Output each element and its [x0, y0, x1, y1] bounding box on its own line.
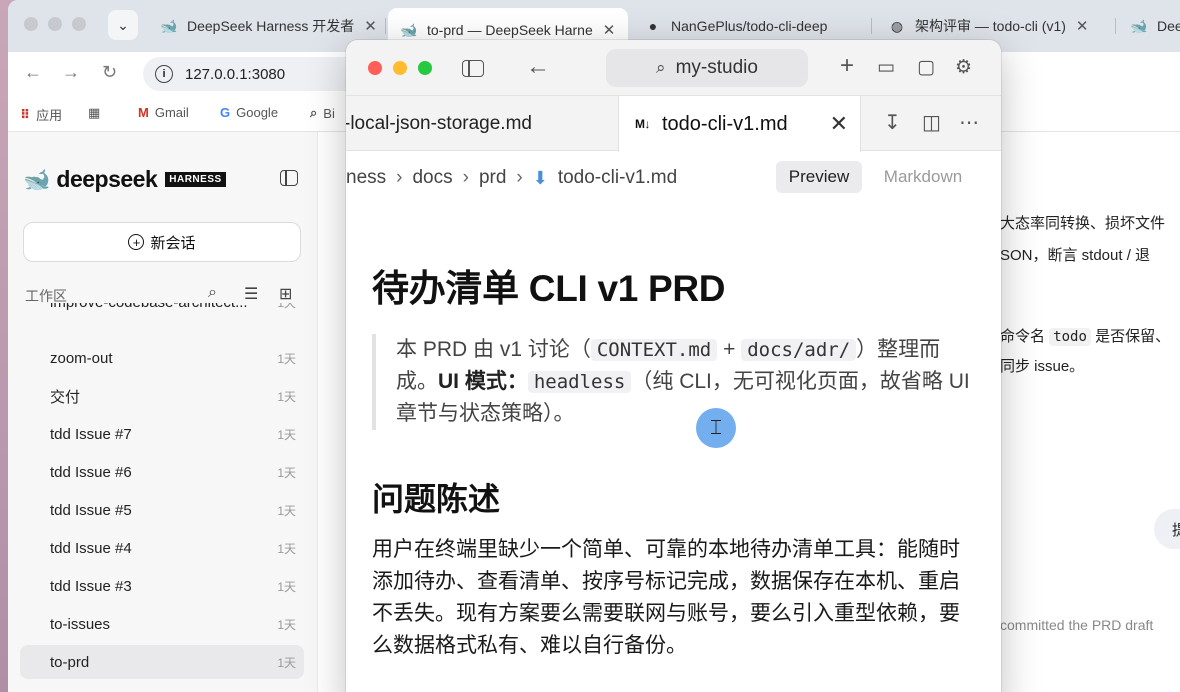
panel-icon[interactable]: ▭ — [877, 56, 895, 79]
studio-titlebar: ← ⌕ my-studio + ▭ ▢ ⚙ — [346, 40, 1001, 96]
sidebar-item[interactable]: tdd Issue #7 1天 — [20, 417, 304, 451]
search-icon: ⌕ — [656, 58, 666, 77]
sidebar-item[interactable]: tdd Issue #3 1天 — [20, 569, 304, 603]
window-close-button[interactable] — [24, 17, 38, 31]
apps-grid-icon: ⠿ — [20, 106, 31, 122]
more-icon[interactable]: ⋯ — [959, 110, 979, 135]
chat-bubble[interactable]: 提 — [1154, 509, 1180, 549]
back-arrow-icon[interactable]: ← — [24, 62, 42, 83]
gmail-icon: M — [138, 105, 149, 120]
globe-icon: ◍ — [890, 17, 904, 34]
url-text: 127.0.0.1:3080 — [185, 65, 286, 83]
deepseek-logo[interactable]: 🐋 deepseek HARNESS — [23, 166, 226, 193]
filter-sliders-icon[interactable]: ☰ — [244, 284, 258, 304]
commit-status-text: committed the PRD draft — [1000, 617, 1154, 633]
chat-text-line: 大态率同转换、损坏文件 — [1000, 215, 1166, 232]
deepseek-whale-icon: 🐋 — [23, 166, 51, 192]
studio-tabbar: -local-json-storage.md M↓ todo-cli-v1.md… — [346, 96, 1001, 152]
split-view-icon[interactable]: ◫ — [922, 110, 941, 135]
sidebar-item[interactable]: to-issues 1天 — [20, 607, 304, 641]
sidebar-item[interactable]: tdd Issue #4 1天 — [20, 531, 304, 565]
mouse-cursor-highlight: ⌶ — [696, 408, 736, 448]
window-zoom-button[interactable] — [72, 17, 86, 31]
markdown-file-icon: ⬇ — [532, 167, 548, 188]
site-info-icon[interactable]: i — [155, 65, 173, 83]
new-folder-icon[interactable]: ⊞ — [279, 284, 292, 304]
browser-tab[interactable]: 🐋 DeepSeek Harness 开发者 ✕ — [148, 8, 386, 44]
new-chat-button[interactable]: + 新会话 — [23, 222, 301, 262]
back-arrow-icon[interactable]: ← — [526, 53, 550, 81]
doc-title: 待办清单 CLI v1 PRD — [372, 268, 726, 309]
doc-paragraph: 用户在终端里缺少一个简单、可靠的本地待办清单工具：能随时添加待办、查看清单、按序… — [372, 538, 960, 657]
address-bar[interactable]: i 127.0.0.1:3080 — [143, 57, 373, 91]
sidebar-item[interactable]: tdd Issue #5 1天 — [20, 493, 304, 527]
deepseek-whale-icon: 🐋 — [160, 17, 178, 34]
bookmark-tab-groups[interactable]: ▦ — [88, 105, 106, 121]
google-icon: G — [220, 105, 231, 120]
studio-panel: ← ⌕ my-studio + ▭ ▢ ⚙ -local-json-storag… — [346, 40, 1001, 692]
search-icon: ⌕ — [310, 105, 318, 120]
close-tab-icon[interactable]: ✕ — [603, 21, 616, 39]
bookmark-bing[interactable]: ⌕ Bi — [310, 105, 335, 121]
sidebar: 🐋 deepseek HARNESS + 新会话 工作区 ⌕ ☰ ⊞ impro… — [8, 132, 318, 692]
harness-badge: HARNESS — [165, 172, 226, 187]
doc-section-heading: 问题陈述 — [372, 481, 501, 517]
sidebar-item-active[interactable]: to-prd 1天 — [20, 645, 304, 679]
forward-arrow-icon[interactable]: → — [62, 62, 80, 83]
chat-text-line: 命令名 todo 是否保留、 — [1000, 328, 1171, 346]
file-tab[interactable]: -local-json-storage.md — [346, 96, 618, 151]
tab-search-chevron-icon[interactable]: ⌄ — [108, 10, 138, 40]
chat-text-line: SON，断言 stdout / 退 — [1000, 247, 1151, 264]
search-icon[interactable]: ⌕ — [208, 284, 217, 302]
deepseek-whale-icon: 🐋 — [1130, 17, 1148, 34]
markdown-toggle[interactable]: Markdown — [868, 161, 978, 193]
bookmark-apps[interactable]: ⠿ 应用 — [20, 105, 62, 124]
file-tab-active[interactable]: M↓ todo-cli-v1.md ✕ — [618, 96, 861, 152]
sidebar-item[interactable]: tdd Issue #6 1天 — [20, 455, 304, 489]
plus-circle-icon: + — [128, 234, 145, 250]
browser-tab[interactable]: 🐋 Dee — [1118, 8, 1180, 44]
browser-tab[interactable]: ◍ 架构评审 — todo-cli (v1) ✕ — [876, 8, 1116, 44]
studio-close-button[interactable] — [368, 61, 382, 75]
studio-minimize-button[interactable] — [393, 61, 407, 75]
markdown-icon: M↓ — [635, 117, 651, 131]
reload-icon[interactable]: ↻ — [102, 62, 117, 83]
sidebar-toggle-icon[interactable] — [462, 60, 484, 77]
sidebar-item[interactable]: improve-codebase-architect... 1天 — [20, 303, 304, 337]
studio-zoom-button[interactable] — [418, 61, 432, 75]
window-minimize-button[interactable] — [48, 17, 62, 31]
sidebar-item[interactable]: 交付 1天 — [20, 379, 304, 413]
document-preview: 待办清单 CLI v1 PRD 本 PRD 由 v1 讨论（ CONTEXT.md… — [372, 258, 972, 662]
tab-groups-icon: ▦ — [88, 105, 101, 120]
bookmark-gmail[interactable]: M Gmail — [138, 105, 189, 120]
workspace-search[interactable]: ⌕ my-studio — [606, 49, 808, 87]
gear-icon[interactable]: ⚙ — [955, 56, 972, 79]
sidebar-item[interactable]: zoom-out 1天 — [20, 341, 304, 375]
doc-blockquote: 本 PRD 由 v1 讨论（ CONTEXT.md + docs/adr/）整理而… — [372, 334, 972, 430]
bookmark-google[interactable]: G Google — [220, 105, 278, 120]
close-tab-icon[interactable]: ✕ — [830, 111, 848, 137]
preview-toggle[interactable]: Preview — [776, 161, 862, 193]
text-cursor-icon[interactable]: ↧ — [884, 110, 901, 135]
plus-icon[interactable]: + — [840, 52, 854, 80]
github-icon: ● — [648, 18, 658, 34]
sidebar-toggle-icon[interactable] — [280, 170, 298, 186]
browser-tab[interactable]: ● NanGePlus/todo-cli-deep — [632, 8, 872, 44]
deepseek-whale-icon: 🐋 — [400, 21, 418, 38]
close-tab-icon[interactable]: ✕ — [364, 17, 377, 35]
chat-text-line: 同步 issue。 — [1000, 358, 1085, 375]
close-tab-icon[interactable]: ✕ — [1076, 17, 1089, 35]
chat-icon[interactable]: ▢ — [917, 56, 935, 79]
